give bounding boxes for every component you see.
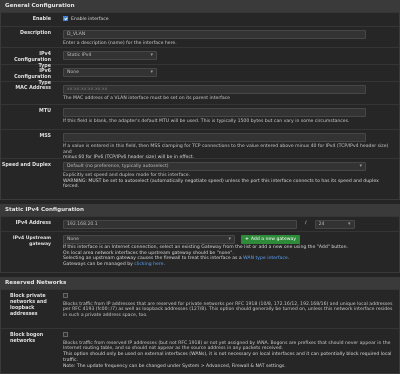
gateway-hint-4: Gateways can be managed by clicking here… xyxy=(63,262,165,268)
static-ipv4-panel: Static IPv4 Configuration IPv4 Address 1… xyxy=(0,204,400,273)
gateway-select[interactable]: None xyxy=(63,235,235,244)
speed-row: Speed and Duplex Default (no preference,… xyxy=(1,158,399,192)
panel-title: Static IPv4 Configuration xyxy=(1,205,399,216)
mtu-row: MTU If this field is blank, the adapter'… xyxy=(1,104,399,129)
mac-row: MAC Address xx:xx:xx:xx:xx:xx The MAC ad… xyxy=(1,81,399,104)
manage-gateways-link[interactable]: clicking here xyxy=(134,262,163,267)
block-bogon-hint-1: Blocks traffic from reserved IP addresse… xyxy=(63,340,391,352)
mss-label: MSS xyxy=(39,134,51,139)
ipv4-address-label: IPv4 Address xyxy=(15,221,51,226)
add-gateway-button[interactable]: + Add a new gateway xyxy=(241,235,301,244)
block-private-checkbox[interactable] xyxy=(63,293,68,298)
block-bogon-label: Block bogon networks xyxy=(10,333,44,344)
mss-row: MSS If a value is entered in this field,… xyxy=(1,129,399,160)
cidr-select[interactable]: 24 xyxy=(314,220,355,229)
cidr-slash: / xyxy=(305,221,307,226)
add-gateway-button-label: Add a new gateway xyxy=(250,237,297,242)
wan-type-link[interactable]: WAN type interface xyxy=(243,256,288,261)
description-hint: Enter a description (name) for the inter… xyxy=(63,41,177,46)
speed-select[interactable]: Default (no preference, typically autose… xyxy=(63,162,366,171)
ipv4-address-row: IPv4 Address 192.168.20.1 / 24 xyxy=(1,216,399,231)
block-bogon-checkbox[interactable] xyxy=(63,332,68,337)
general-configuration-panel: General Configuration Enable Enable inte… xyxy=(0,0,400,200)
mtu-label: MTU xyxy=(39,109,51,114)
mtu-hint: If this field is blank, the adapter's de… xyxy=(63,119,350,124)
mss-hint-1: If a value is entered in this field, the… xyxy=(63,144,389,155)
enable-checkbox-label: Enable interface xyxy=(71,17,109,22)
block-bogon-hint-2: This option should only be used on exter… xyxy=(63,352,392,363)
mac-label: MAC Address xyxy=(15,86,51,91)
ipv6-type-label: IPv6 Configuration Type xyxy=(14,69,51,86)
plus-icon: + xyxy=(245,237,249,242)
ipv6-type-row: IPv6 Configuration Type None xyxy=(1,64,399,86)
enable-row: Enable Enable interface xyxy=(1,12,399,26)
ipv4-type-label: IPv4 Configuration Type xyxy=(14,52,51,69)
gateway-label: IPv4 Upstream gateway xyxy=(12,236,51,247)
speed-hint-2: WARNING: MUST be set to autoselect (auto… xyxy=(63,178,379,190)
panel-title: General Configuration xyxy=(1,1,399,12)
panel-title: Reserved Networks xyxy=(1,278,399,289)
gateway-row: IPv4 Upstream gateway None +Add a new ga… xyxy=(1,231,399,272)
description-label: Description xyxy=(19,31,51,36)
reserved-networks-panel: Reserved Networks Block private networks… xyxy=(0,277,400,374)
gateway-hint-1: If this interface is an Internet connect… xyxy=(63,245,348,250)
block-bogon-hint-3: Note: The update frequency can be change… xyxy=(63,363,286,369)
ipv4-address-input[interactable]: 192.168.20.1 xyxy=(63,220,297,229)
ipv4-type-select[interactable]: Static IPv4 xyxy=(63,51,157,60)
mac-hint: The MAC address of a VLAN interface must… xyxy=(63,96,231,101)
block-bogon-row: Block bogon networks Blocks traffic from… xyxy=(1,328,399,373)
mss-input[interactable] xyxy=(63,133,366,142)
speed-label: Speed and Duplex xyxy=(1,163,51,168)
enable-checkbox[interactable] xyxy=(63,16,68,21)
ipv4-type-row: IPv4 Configuration Type Static IPv4 xyxy=(1,47,399,69)
enable-label: Enable xyxy=(32,17,51,22)
block-private-hint: Blocks traffic from IP addresses that ar… xyxy=(63,301,393,319)
description-row: Description D_VLAN Enter a description (… xyxy=(1,26,399,47)
mac-input[interactable]: xx:xx:xx:xx:xx:xx xyxy=(63,85,366,94)
description-input[interactable]: D_VLAN xyxy=(63,30,366,39)
ipv6-type-select[interactable]: None xyxy=(63,68,157,77)
mtu-input[interactable] xyxy=(63,108,366,117)
block-private-row: Block private networks and loopback addr… xyxy=(1,289,399,328)
block-private-label: Block private networks and loopback addr… xyxy=(10,294,47,317)
